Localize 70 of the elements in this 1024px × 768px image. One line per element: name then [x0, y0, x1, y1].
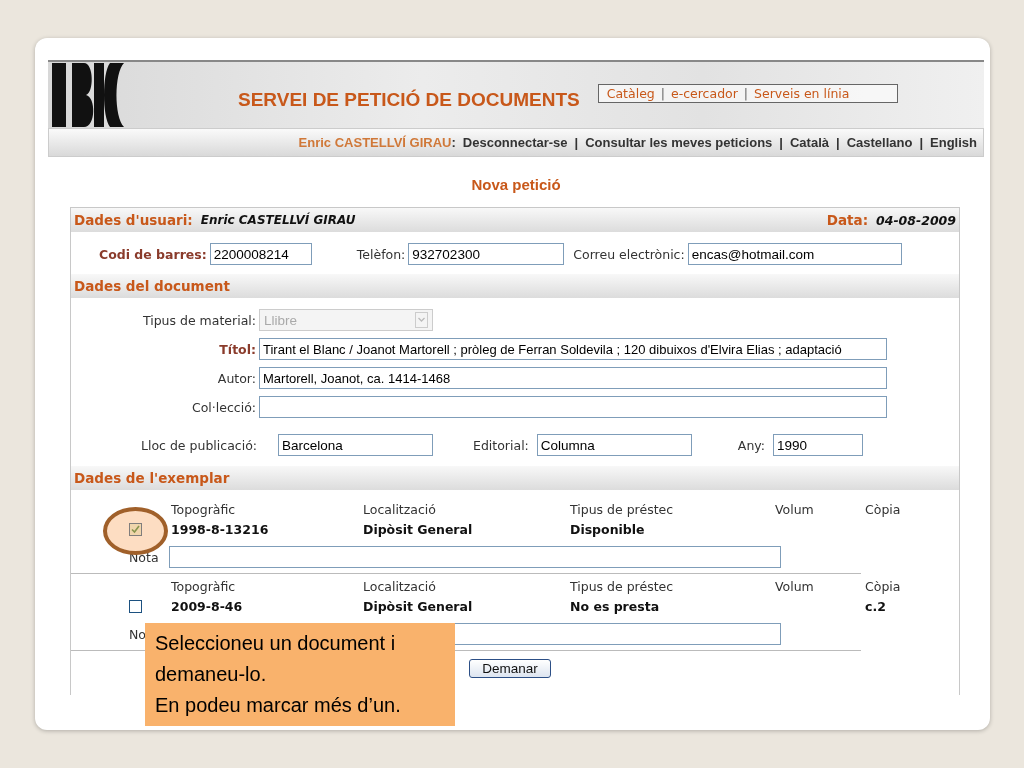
copy-value: 2009-8-46	[171, 599, 244, 614]
copy-checkbox[interactable]	[129, 600, 142, 613]
user-name: Enric CASTELLVÍ GIRAU	[298, 135, 452, 150]
nav-link[interactable]: English	[930, 135, 977, 150]
field-label: Tipus de material:	[141, 312, 256, 328]
note-label: No	[129, 626, 147, 642]
column-header: Volum	[775, 579, 815, 594]
section-title: Dades d'usuari:	[74, 212, 193, 228]
separator-text: |	[919, 135, 924, 150]
field-label: Col·lecció:	[190, 399, 256, 415]
field-label: Telèfon:	[356, 246, 406, 262]
copy-value: c.2	[865, 599, 887, 614]
field-label: Autor:	[216, 370, 256, 386]
separator-text: |	[574, 135, 579, 150]
header-link[interactable]: e-cercador	[670, 85, 738, 101]
text-field[interactable]	[259, 396, 887, 418]
date-label: Data:	[826, 212, 869, 228]
header-link[interactable]: Serveis en línia	[754, 85, 850, 101]
nav-link[interactable]: Consultar les meves peticions	[585, 135, 773, 150]
column-header: Còpia	[865, 502, 902, 517]
copy-value: Disponible	[570, 522, 646, 537]
nav-link[interactable]: Castellano	[846, 135, 913, 150]
note-field[interactable]	[169, 546, 781, 568]
column-header: Volum	[775, 502, 815, 517]
field-label: Any:	[737, 437, 765, 453]
text-field[interactable]: 2200008214	[209, 243, 312, 265]
colon-text: :	[451, 135, 456, 150]
copy-value: Dipòsit General	[363, 599, 474, 614]
column-header: Tipus de préstec	[570, 502, 675, 517]
callout-text: Seleccioneu un document i	[155, 631, 397, 656]
date-value: 04-08-2009	[876, 212, 956, 228]
column-header: Tipus de préstec	[570, 579, 675, 594]
separator-text: |	[660, 85, 665, 101]
nav-link[interactable]: Desconnectar-se	[462, 135, 568, 150]
text-field[interactable]: Tirant el Blanc / Joanot Martorell ; pròleg de Ferran Soldevila ; 120 dibuixos d'Elvira Elias ; adaptació	[259, 338, 887, 360]
service-title: SERVEI DE PETICIÓ DE DOCUMENTS	[238, 89, 580, 111]
section-title: Dades de l'exemplar	[74, 470, 230, 486]
column-header: Localització	[363, 502, 437, 517]
field-label: Codi de barres:	[99, 246, 207, 262]
column-header: Topogràfic	[171, 579, 237, 594]
user-name: Enric CASTELLVÍ GIRAU	[200, 213, 357, 227]
text-field[interactable]: encas@hotmail.com	[687, 243, 902, 265]
submit-button[interactable]: Demanar	[469, 659, 551, 678]
text-field[interactable]: Martorell, Joanot, ca. 1414-1468	[259, 367, 887, 389]
field-label: Lloc de publicació:	[141, 437, 257, 453]
section-title: Dades del document	[74, 278, 230, 294]
page-title: Nova petició	[470, 176, 562, 193]
field-label: Correu electrònic:	[573, 246, 685, 262]
separator-text: |	[836, 135, 840, 150]
separator-text: |	[779, 135, 783, 150]
column-header: Localització	[363, 579, 437, 594]
column-header: Topogràfic	[171, 502, 237, 517]
text-field[interactable]: Barcelona	[278, 434, 433, 456]
header-link[interactable]: Catàleg	[606, 85, 655, 101]
field-label: Editorial:	[473, 437, 529, 453]
separator-text: |	[743, 85, 749, 101]
copy-value: No es presta	[570, 599, 661, 614]
column-header: Còpia	[865, 579, 902, 594]
caret-icon	[415, 312, 428, 328]
note-label: Nota	[129, 549, 160, 565]
callout-text: En podeu marcar més d’un.	[155, 693, 402, 718]
copy-value: Dipòsit General	[363, 522, 474, 537]
callout-text: demaneu-lo.	[155, 662, 268, 687]
copy-checkbox[interactable]	[129, 523, 142, 536]
text-field[interactable]: Columna	[536, 434, 692, 456]
nav-link[interactable]: Català	[790, 135, 829, 150]
text-field[interactable]: 932702300	[408, 243, 565, 265]
copy-value: 1998-8-13216	[171, 522, 270, 537]
field-label: Títol:	[218, 341, 256, 357]
text-field[interactable]: 1990	[773, 434, 863, 456]
